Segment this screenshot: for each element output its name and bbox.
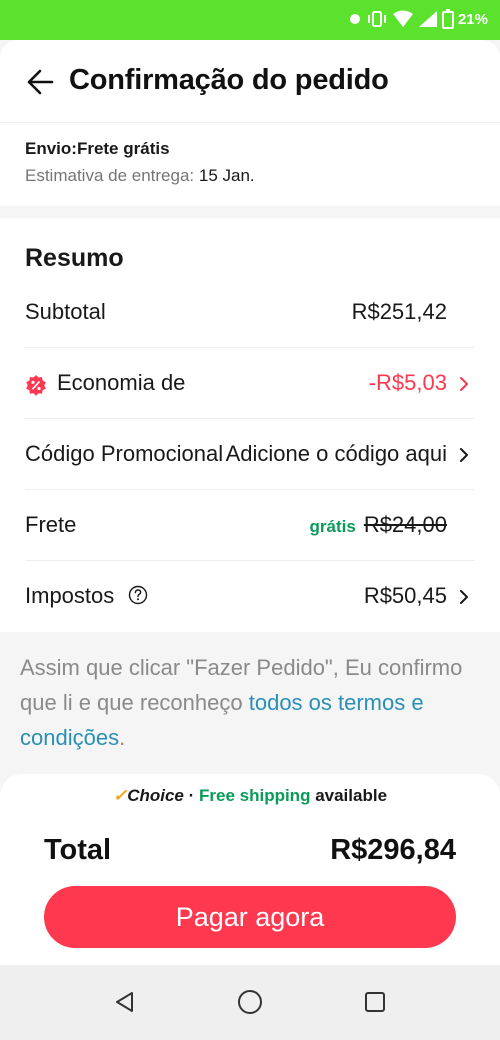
battery-percent: 21% [457, 10, 488, 28]
back-button[interactable] [24, 66, 56, 98]
pay-now-button[interactable]: Pagar agora [44, 886, 456, 948]
battery-icon [441, 9, 454, 29]
shipping-fee-label: Frete [25, 512, 77, 537]
header: Confirmação do pedido [0, 40, 500, 122]
subtotal-value: R$251,42 [351, 299, 447, 324]
terms-notice: Assim que clicar "Fazer Pedido", Eu conf… [20, 650, 480, 755]
choice-separator: · [183, 786, 199, 805]
chevron-right-icon [460, 448, 468, 462]
promo-code-row[interactable]: Código Promocional Adicione o código aqu… [25, 419, 475, 490]
percent-badge-icon [26, 375, 46, 396]
delivery-estimate-date: 15 Jan. [198, 166, 255, 185]
delivery-estimate: Estimativa de entrega: 15 Jan. [25, 166, 255, 186]
triangle-back-icon [116, 992, 133, 1012]
choice-banner: ✓Choice · Free shipping available [0, 786, 500, 806]
choice-brand: Choice [127, 786, 184, 805]
nav-home-button[interactable] [235, 987, 265, 1017]
nav-recents-button[interactable] [360, 987, 390, 1017]
signal-icon [418, 11, 437, 27]
shipping-section: Envio:Frete grátis Estimativa de entrega… [0, 122, 500, 206]
subtotal-row: Subtotal R$251,42 [25, 277, 475, 348]
taxes-value: R$50,45 [363, 583, 447, 608]
checkout-footer: ✓Choice · Free shipping available Total … [0, 774, 500, 965]
system-nav-bar [0, 965, 500, 1040]
square-recents-icon [365, 992, 385, 1012]
chat-bubble-icon [349, 14, 360, 24]
question-circle-icon[interactable] [128, 585, 148, 605]
page-title: Confirmação do pedido [69, 64, 389, 96]
economy-label: Economia de [57, 370, 186, 395]
economy-row[interactable]: Economia de -R$5,03 [25, 348, 475, 419]
shipping-original-price: R$24,00 [363, 512, 447, 537]
terms-end: . [119, 725, 126, 750]
summary-title: Resumo [25, 244, 124, 272]
summary-section: Resumo Subtotal R$251,42 Economia de -R$… [0, 218, 500, 632]
shipping-title: Envio:Frete grátis [25, 139, 170, 158]
shipping-free-label: grátis [309, 517, 356, 536]
choice-check-icon: ✓ [112, 786, 128, 805]
shipping-fee-value: grátis R$24,00 [310, 512, 447, 538]
total-label: Total [44, 834, 112, 866]
promo-code-value: Adicione o código aqui [225, 441, 447, 466]
arrow-left-icon [27, 69, 54, 95]
nav-back-button[interactable] [110, 987, 140, 1017]
total-value: R$296,84 [330, 834, 456, 866]
status-icons: 21% [348, 9, 488, 29]
chevron-right-icon [460, 590, 468, 604]
promo-code-label: Código Promocional [25, 441, 224, 466]
subtotal-label: Subtotal [25, 299, 106, 324]
chevron-right-icon [460, 377, 468, 391]
status-bar: 21% [0, 0, 500, 40]
economy-value: -R$5,03 [368, 370, 447, 395]
circle-home-icon [238, 990, 262, 1014]
wifi-icon [392, 10, 413, 27]
available-label: available [310, 786, 388, 805]
taxes-label: Impostos [25, 583, 115, 608]
delivery-estimate-label: Estimativa de entrega: [25, 166, 195, 185]
taxes-label-wrap: Impostos [25, 583, 148, 609]
taxes-row[interactable]: Impostos R$50,45 [25, 561, 475, 632]
vibrate-icon [367, 11, 386, 27]
shipping-fee-row: Frete grátis R$24,00 [25, 490, 475, 561]
free-shipping-label: Free shipping [199, 786, 311, 805]
